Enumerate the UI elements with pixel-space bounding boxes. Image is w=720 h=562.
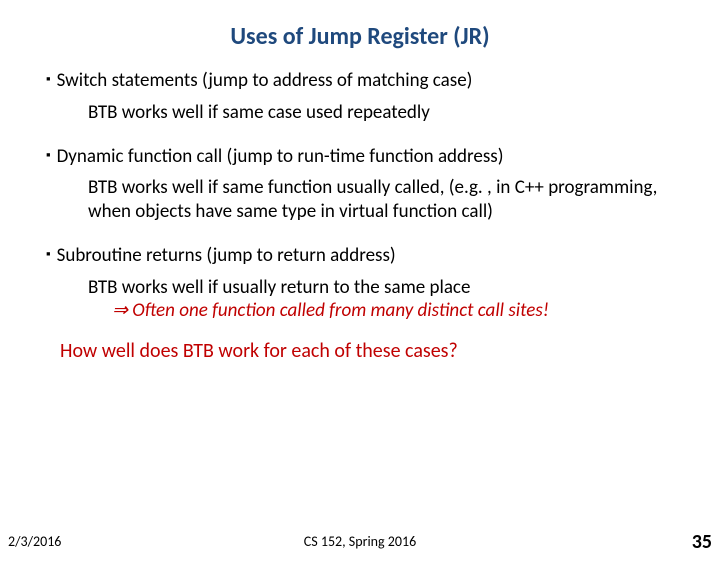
bullet-marker: ▪ <box>46 247 51 262</box>
bullet-sub: BTB works well if same function usually … <box>88 176 674 224</box>
bullet-text: Dynamic function call (jump to run-time … <box>57 145 504 169</box>
slide-title: Uses of Jump Register (JR) <box>0 22 720 51</box>
bullet-marker: ▪ <box>46 72 51 87</box>
bullet-item: ▪ Dynamic function call (jump to run-tim… <box>46 145 674 169</box>
bullet-sub: BTB works well if usually return to the … <box>88 276 674 324</box>
footer-page-number: 35 <box>692 530 712 554</box>
bullet-text: Switch statements (jump to address of ma… <box>57 69 473 93</box>
bullet-text: Subroutine returns (jump to return addre… <box>57 244 396 268</box>
slide-question: How well does BTB work for each of these… <box>60 339 674 363</box>
slide-content: ▪ Switch statements (jump to address of … <box>0 69 720 363</box>
bullet-sub-line1: BTB works well if usually return to the … <box>88 276 470 299</box>
bullet-item: ▪ Switch statements (jump to address of … <box>46 69 674 93</box>
bullet-item: ▪ Subroutine returns (jump to return add… <box>46 244 674 268</box>
bullet-sub-emphasis: ⇒ Often one function called from many di… <box>112 299 549 322</box>
bullet-marker: ▪ <box>46 148 51 163</box>
bullet-sub: BTB works well if same case used repeate… <box>88 101 674 125</box>
footer-course: CS 152, Spring 2016 <box>0 533 720 550</box>
